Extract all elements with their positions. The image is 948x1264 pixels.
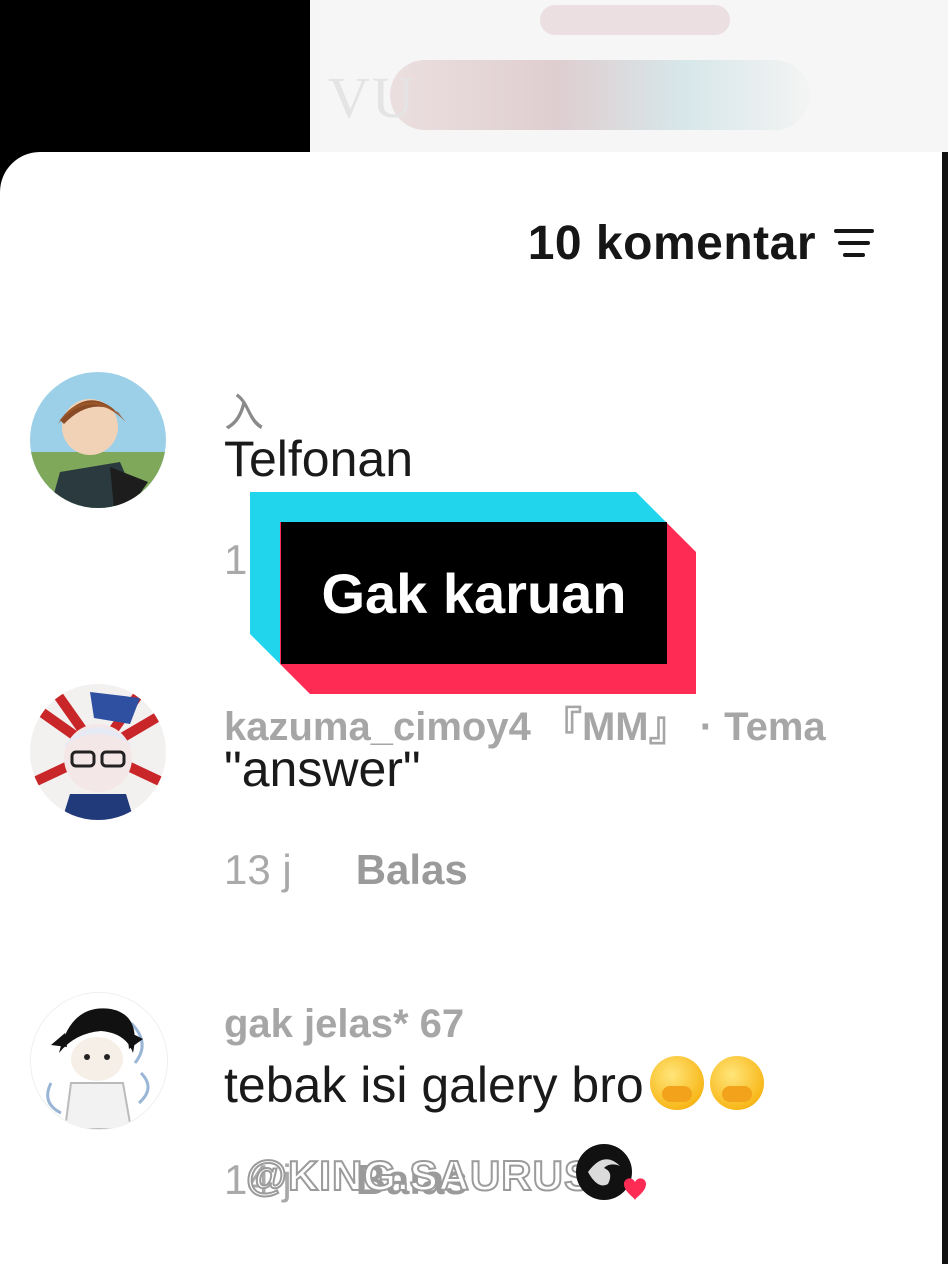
sticker-body: Gak karuan xyxy=(281,522,667,664)
comment-count: 10 komentar xyxy=(527,217,816,270)
avatar[interactable] xyxy=(30,684,166,820)
watermark-logo-icon xyxy=(574,1142,648,1204)
avatar[interactable] xyxy=(30,372,166,508)
text-sticker: Gak karuan xyxy=(250,492,696,694)
comment-meta: 13 j Balas xyxy=(224,846,468,894)
screen-edge xyxy=(942,152,948,1264)
blurred-shape xyxy=(390,60,810,130)
sticker-text: Gak karuan xyxy=(321,561,627,625)
face-with-hand-over-mouth-icon xyxy=(709,1056,764,1110)
comment-text: tebak isi galery bro xyxy=(224,1057,644,1113)
comment-username[interactable]: gak jelas* 67 xyxy=(224,1002,464,1047)
face-with-hand-over-mouth-icon xyxy=(649,1056,704,1110)
reply-button[interactable]: Balas xyxy=(356,846,468,894)
comment-text-row: tebak isi galery bro xyxy=(224,1056,764,1114)
comments-header: 10 komentar xyxy=(528,216,874,271)
comment-text: Telfonan xyxy=(224,431,414,487)
comment-time: 1 xyxy=(224,536,248,583)
comment-time: 13 j xyxy=(224,846,292,893)
blurred-text: VU xyxy=(328,65,416,130)
video-preview: VU xyxy=(310,0,948,160)
avatar[interactable] xyxy=(30,992,168,1130)
sort-filter-icon[interactable] xyxy=(830,227,874,261)
comment-text: "answer" xyxy=(224,741,421,797)
comment-meta: 1 xyxy=(224,536,247,584)
blurred-shape xyxy=(540,5,730,35)
comments-sheet: 10 komentar 入 Telfonan 1 kazuma_cimoy4 『… xyxy=(0,152,942,1264)
watermark-text: @KING.SAURUS xyxy=(245,1151,593,1200)
